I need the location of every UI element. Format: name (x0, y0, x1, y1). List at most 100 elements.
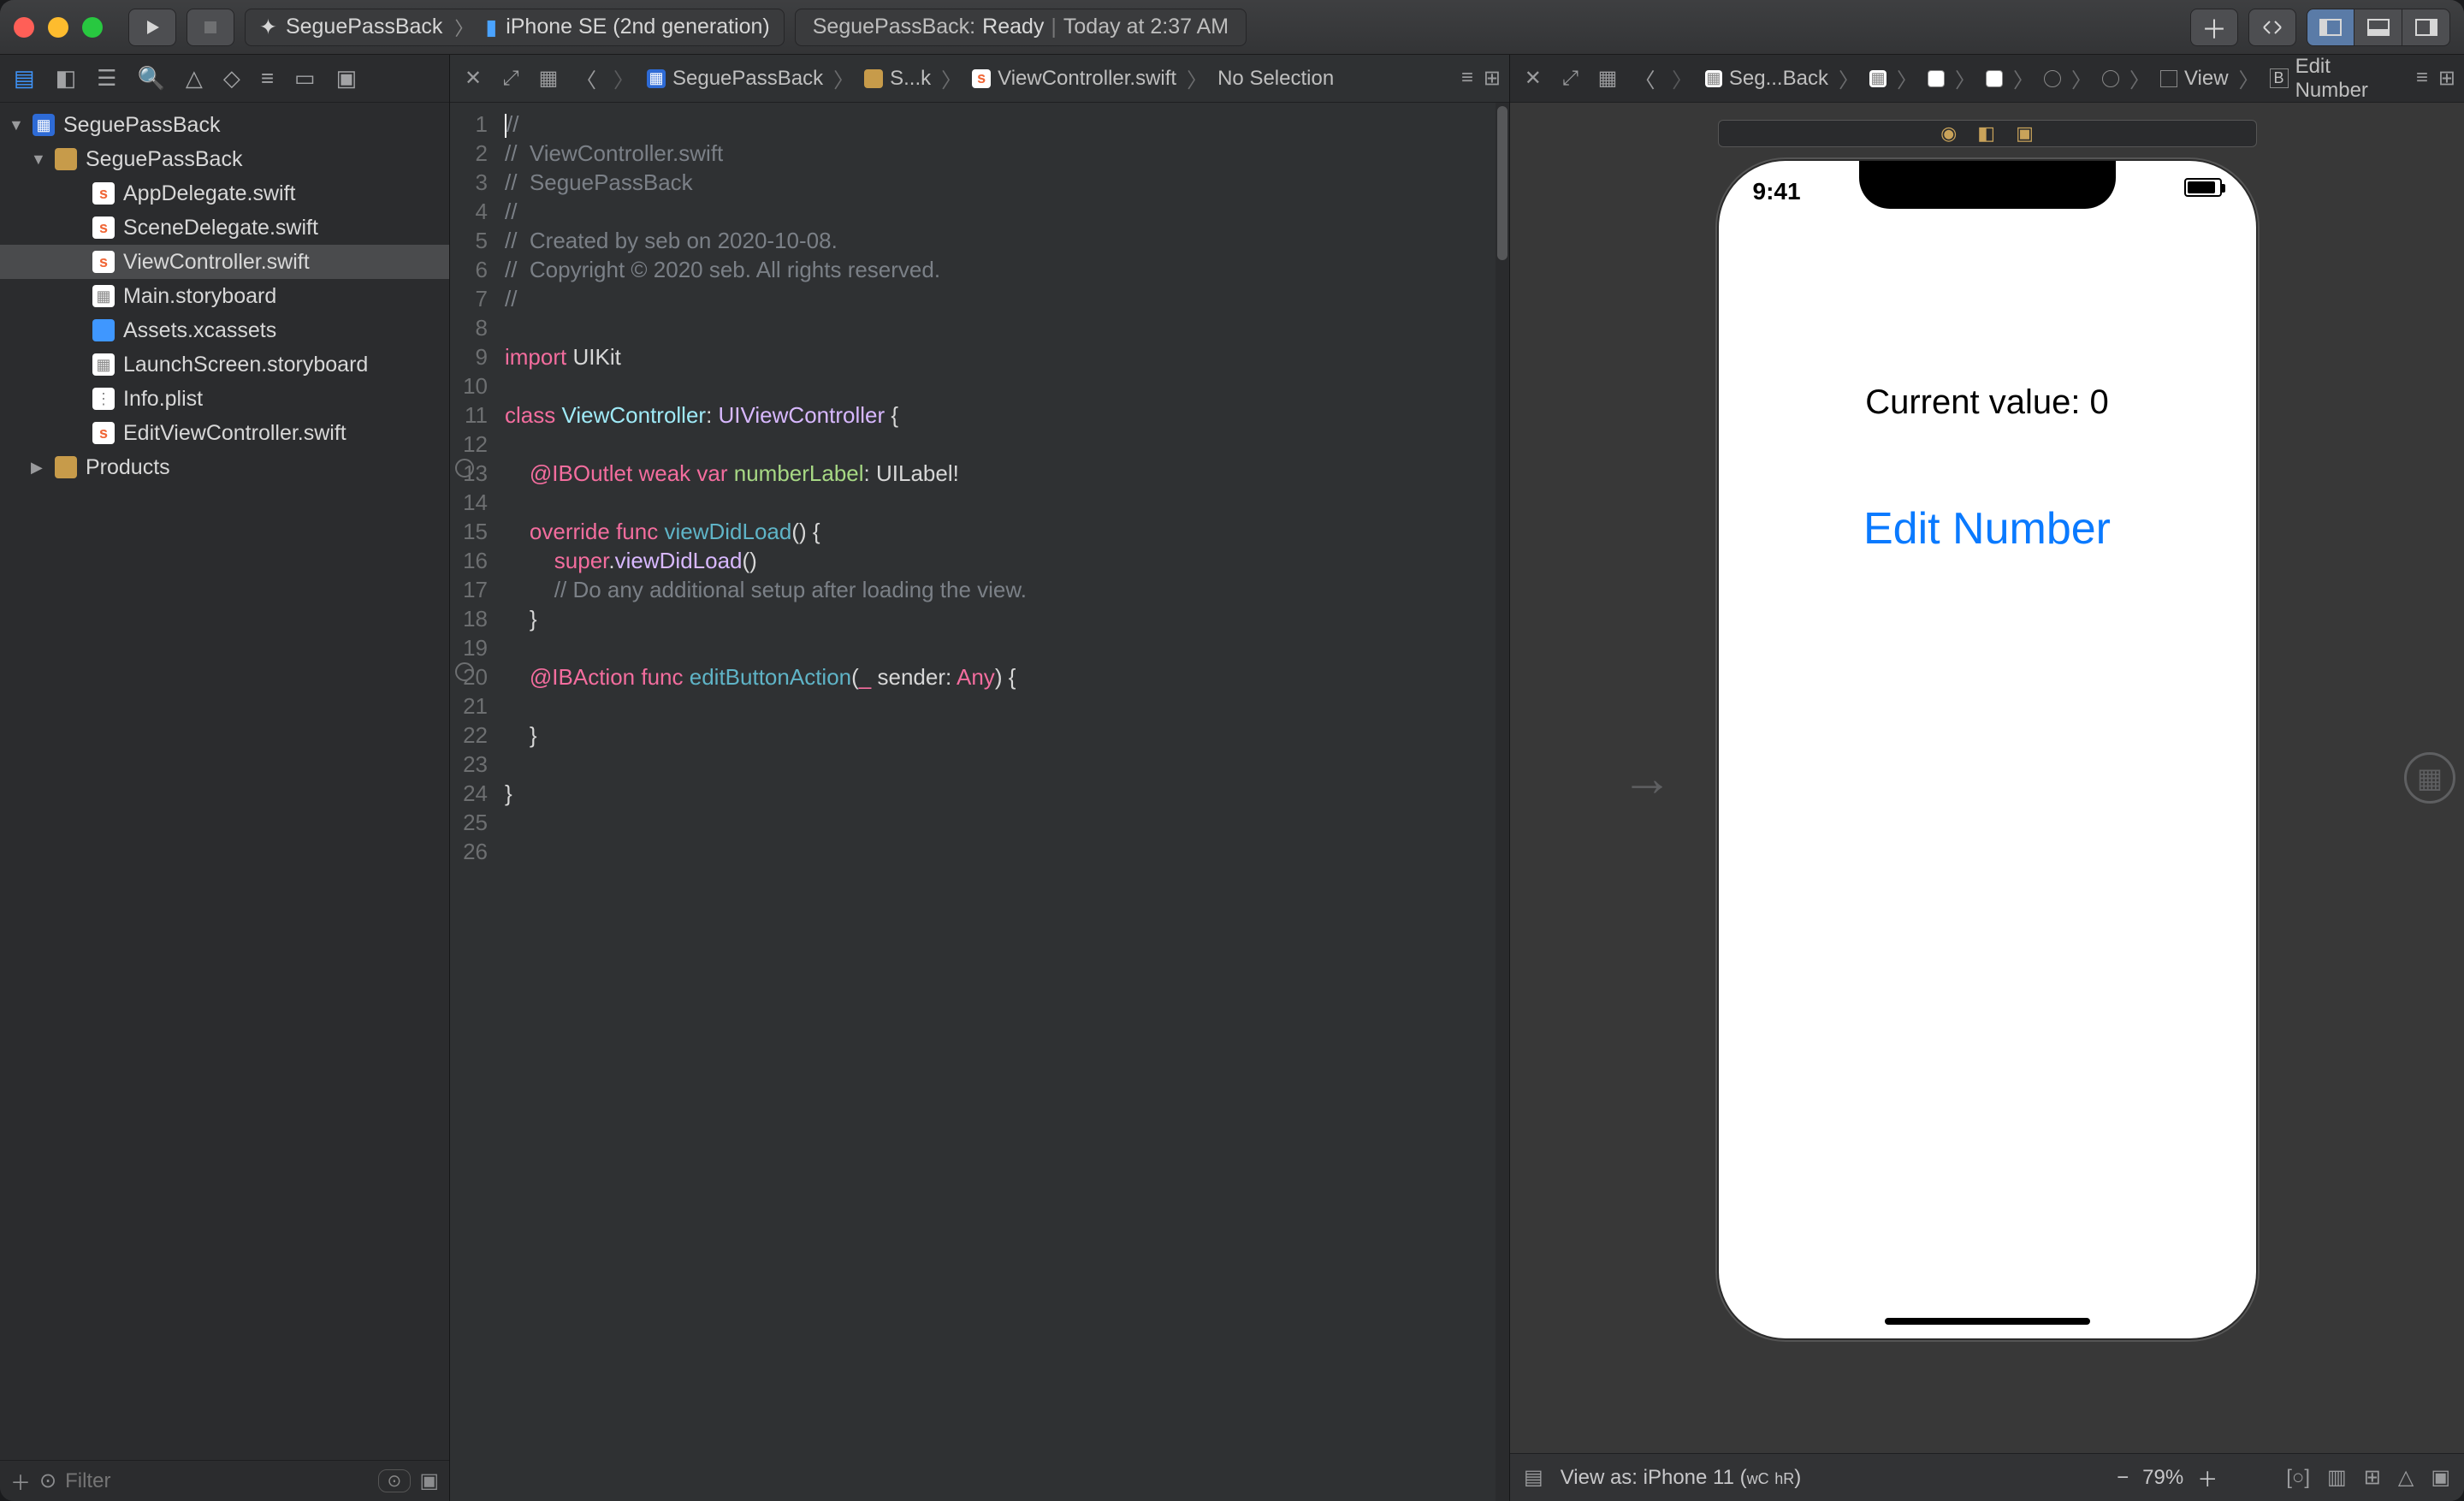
breadcrumb[interactable] (1928, 70, 1945, 87)
pin-icon[interactable]: ⊞ (2364, 1465, 2381, 1490)
related-items-icon[interactable]: ▦ (1593, 66, 1622, 91)
file-item[interactable]: ⋮Info.plist (0, 382, 449, 416)
file-item[interactable]: ▦Main.storyboard (0, 279, 449, 313)
initial-vc-arrow-icon[interactable]: → (1621, 749, 1673, 808)
outline-toggle-icon[interactable]: ▤ (1524, 1465, 1543, 1490)
editor-area: ✕ ⤢ ▦ 〈 〉 ▦SeguePassBack 〉 S...k 〉 sView… (450, 55, 1509, 1501)
ib-canvas[interactable]: ◉ ◧ ▣ → ▦ 9:41 Current value: 0 Edit Num… (1510, 103, 2464, 1453)
add-editor-icon[interactable]: ⊞ (1484, 66, 1501, 91)
project-navigator-icon[interactable]: ▤ (14, 65, 35, 92)
report-navigator-icon[interactable]: ▣ (336, 65, 358, 92)
scheme-name: SeguePassBack (286, 15, 442, 39)
symbol-navigator-icon[interactable]: ☰ (97, 65, 116, 92)
minimize-window-icon[interactable] (48, 17, 68, 38)
destination-name: iPhone SE (2nd generation) (506, 15, 770, 39)
expand-icon[interactable]: ⤢ (1556, 67, 1585, 91)
device-preview[interactable]: 9:41 Current value: 0 Edit Number (1717, 159, 2258, 1340)
scm-filter-icon[interactable]: ▣ (419, 1468, 439, 1493)
products-label: Products (86, 455, 170, 480)
breadcrumb[interactable]: sViewController.swift (972, 67, 1176, 91)
resolve-icon[interactable]: △ (2398, 1465, 2414, 1490)
breadcrumb[interactable]: View (2160, 67, 2229, 91)
close-window-icon[interactable] (14, 17, 34, 38)
breadcrumb[interactable]: S...k (864, 67, 931, 91)
group-folder[interactable]: ▼SeguePassBack (0, 142, 449, 176)
bottom-panel-toggle[interactable] (2354, 9, 2402, 46)
file-item-selected[interactable]: sViewController.swift (0, 245, 449, 279)
project-root[interactable]: ▼▦SeguePassBack (0, 108, 449, 142)
right-panel-toggle[interactable] (2402, 9, 2450, 46)
chevron-right-icon: 〉 (1187, 63, 1207, 93)
navigator-tabs: ▤ ◧ ☰ 🔍 △ ◇ ≡ ▭ ▣ (0, 55, 449, 103)
related-items-icon[interactable]: ▦ (534, 66, 563, 91)
find-navigator-icon[interactable]: 🔍 (137, 65, 164, 92)
zoom-level[interactable]: 79% (2142, 1466, 2183, 1490)
breadcrumb[interactable] (2102, 70, 2119, 87)
file-item[interactable]: ▦LaunchScreen.storyboard (0, 347, 449, 382)
file-item[interactable]: sSceneDelegate.swift (0, 211, 449, 245)
code-editor[interactable]: 1234567891011121314151617181920212223242… (450, 103, 1509, 1501)
minimap-icon[interactable]: ≡ (1461, 66, 1473, 91)
breadcrumb[interactable]: No Selection (1217, 67, 1334, 91)
issue-navigator-icon[interactable]: △ (186, 65, 203, 92)
scrollbar-thumb[interactable] (1497, 106, 1507, 260)
embed-icon[interactable]: ▣ (2431, 1465, 2450, 1490)
run-button[interactable] (128, 9, 176, 46)
back-icon[interactable]: 〈 (572, 63, 601, 93)
stop-button[interactable] (187, 9, 234, 46)
project-tree: ▼▦SeguePassBack ▼SeguePassBack sAppDeleg… (0, 103, 449, 1460)
breadcrumb[interactable]: ▦ (1869, 70, 1886, 87)
add-editor-icon[interactable]: ⊞ (2438, 66, 2455, 91)
minimap-icon[interactable]: ≡ (2416, 66, 2428, 91)
constraints-icon[interactable]: [○] (2286, 1466, 2310, 1490)
breadcrumb[interactable]: BEdit Number (2270, 55, 2408, 103)
scheme-selector[interactable]: ✦ SeguePassBack 〉 ▮ iPhone SE (2nd gener… (245, 9, 785, 46)
chevron-right-icon: 〉 (454, 14, 473, 41)
scene-dock[interactable]: ◉ ◧ ▣ (1718, 120, 2257, 147)
breadcrumb[interactable]: ▦Seg...Back (1705, 67, 1828, 91)
scrollbar[interactable] (1496, 103, 1509, 1501)
source-control-navigator-icon[interactable]: ◧ (56, 65, 77, 92)
recent-filter-icon[interactable]: ⊙ (378, 1469, 412, 1492)
code-content[interactable]: // // ViewController.swift // SeguePassB… (495, 103, 1509, 1501)
products-folder[interactable]: ▶Products (0, 450, 449, 484)
filter-icon: ⊙ (39, 1468, 56, 1493)
file-item[interactable]: sEditViewController.swift (0, 416, 449, 450)
segue-icon[interactable]: ▦ (2404, 752, 2455, 804)
navigator-panel: ▤ ◧ ☰ 🔍 △ ◇ ≡ ▭ ▣ ▼▦SeguePassBack ▼Segue… (0, 55, 450, 1501)
zoom-window-icon[interactable] (82, 17, 103, 38)
activity-status: SeguePassBack: Ready | Today at 2:37 AM (795, 9, 1247, 46)
zoom-out-icon[interactable]: − (2117, 1466, 2129, 1490)
file-label: SceneDelegate.swift (123, 216, 318, 240)
action-indicator-icon[interactable] (455, 662, 474, 681)
edit-number-button[interactable]: Edit Number (1719, 503, 2256, 555)
ib-bottom-bar: ▤ View as: iPhone 11 (wC hR) − 79% ＋ [○]… (1510, 1453, 2464, 1501)
close-tab-icon[interactable]: ✕ (459, 66, 488, 91)
forward-icon[interactable]: 〉 (609, 63, 638, 93)
device-config[interactable]: View as: iPhone 11 (wC hR) (1561, 1466, 1802, 1490)
status-divider: | (1051, 15, 1057, 39)
library-button[interactable]: ＋ (2190, 9, 2238, 46)
breadcrumb[interactable] (1986, 70, 2003, 87)
breakpoint-navigator-icon[interactable]: ▭ (294, 65, 316, 92)
filter-input[interactable] (65, 1469, 369, 1493)
test-navigator-icon[interactable]: ◇ (223, 65, 240, 92)
left-panel-toggle[interactable] (2307, 9, 2354, 46)
file-label: ViewController.swift (123, 250, 310, 275)
forward-icon[interactable]: 〉 (1667, 63, 1697, 93)
close-tab-icon[interactable]: ✕ (1519, 66, 1548, 91)
file-item[interactable]: Assets.xcassets (0, 313, 449, 347)
expand-icon[interactable]: ⤢ (496, 67, 525, 91)
add-icon[interactable]: ＋ (10, 1466, 31, 1496)
vc-icon: ◉ (1940, 122, 1957, 145)
align-icon[interactable]: ▥ (2327, 1465, 2347, 1490)
code-review-button[interactable] (2248, 9, 2296, 46)
zoom-in-icon[interactable]: ＋ (2197, 1462, 2218, 1492)
file-label: Assets.xcassets (123, 318, 276, 343)
breadcrumb[interactable]: ▦SeguePassBack (647, 67, 823, 91)
breadcrumb[interactable] (2044, 70, 2061, 87)
file-item[interactable]: sAppDelegate.swift (0, 176, 449, 211)
debug-navigator-icon[interactable]: ≡ (261, 65, 274, 92)
back-icon[interactable]: 〈 (1631, 63, 1660, 93)
outlet-indicator-icon[interactable] (455, 459, 474, 478)
